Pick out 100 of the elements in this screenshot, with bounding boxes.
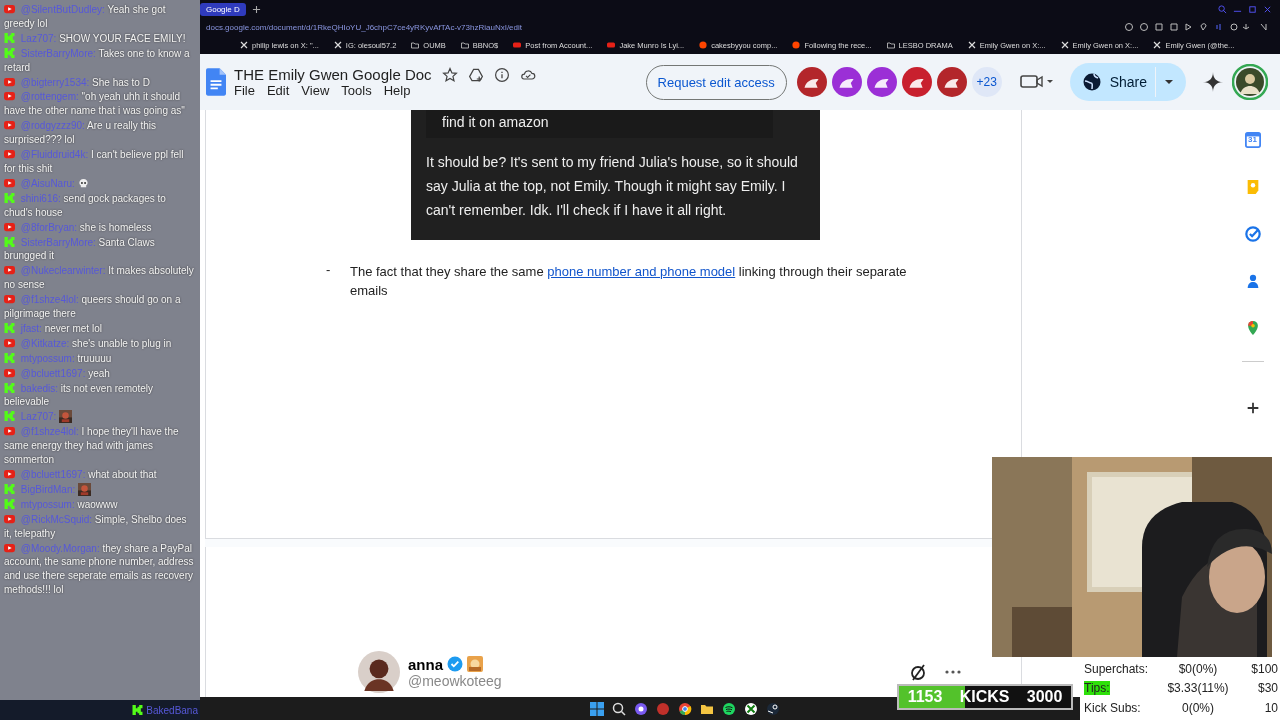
- stat-label: Kick Subs:: [1084, 701, 1141, 716]
- windows-icon[interactable]: [590, 701, 604, 716]
- address-field[interactable]: docs.google.com/document/d/1RkeQHIoYU_J6chpC7ce4yRKyvAfTAc-v73hzRiauNxI/edit: [206, 22, 522, 32]
- video-camera-icon: [1019, 72, 1054, 89]
- app-icon[interactable]: [634, 701, 648, 716]
- x-icon: [1153, 41, 1162, 49]
- chat-message: mtypossum: truuuuu: [4, 351, 197, 366]
- kick-icon: [4, 32, 15, 43]
- youtube-icon: [4, 367, 15, 378]
- search-icon[interactable]: [612, 701, 626, 716]
- verified-icon: [447, 656, 463, 672]
- menu-item[interactable]: File: [234, 83, 255, 98]
- account-name: anna: [408, 655, 443, 673]
- caret-icon: [1164, 77, 1174, 87]
- x-icon: [967, 41, 976, 49]
- avatar: [358, 651, 400, 693]
- youtube-icon: [4, 513, 15, 524]
- docs-icon[interactable]: [206, 68, 226, 96]
- youtube-icon: [4, 469, 15, 479]
- stat-value: $3.33(11%): [1166, 681, 1230, 696]
- youtube-icon: [4, 177, 15, 188]
- menu-item[interactable]: View: [301, 83, 330, 98]
- collaborator-avatar[interactable]: [866, 67, 897, 97]
- collaborator-avatar[interactable]: [936, 67, 967, 97]
- kick-icon: [4, 322, 15, 333]
- youtube-icon: [607, 41, 616, 49]
- chat-message: SisterBarryMore: Santa Claws brungged it: [4, 235, 156, 264]
- collaborator-count[interactable]: +23: [971, 67, 1002, 97]
- stat-goal: 10: [1263, 701, 1278, 716]
- bullet-marker: -: [326, 262, 332, 279]
- chat-message: @rodgyzzz90: Are u really this surprised??? lol: [4, 119, 157, 148]
- collaborator-avatar[interactable]: [796, 67, 827, 97]
- new-tab-icon[interactable]: [251, 4, 261, 14]
- chat-message: @Moody.Morgan: they share a PayPal account, the same phone number, address and use there seperate emails as recovery methods!!! lol: [4, 541, 195, 598]
- calendar-icon[interactable]: [1244, 132, 1261, 148]
- kick-icon: [4, 236, 15, 247]
- quoted-message: find it on amazon: [426, 110, 773, 138]
- spotify-icon[interactable]: [722, 701, 736, 716]
- stat-goal: $30: [1256, 681, 1278, 696]
- chat-message: @Fluiddruid4k: I can't believe ppl fell for this shit: [4, 148, 185, 176]
- kick-icon: [4, 498, 15, 509]
- collaborator-avatar[interactable]: [901, 67, 932, 97]
- collaborator-avatar[interactable]: [831, 67, 862, 97]
- chat-message: @bigterry1534: She has to D: [4, 75, 197, 90]
- chat-message: @bcluett1697: what about that: [4, 468, 197, 482]
- chat-message: @bcluett1697: yeah: [4, 366, 197, 381]
- star-icon[interactable]: [441, 66, 458, 83]
- kick-icon: [4, 47, 15, 58]
- browser-tab[interactable]: Google D: [200, 2, 246, 16]
- reddit-icon: [792, 41, 801, 49]
- youtube-icon: [4, 294, 15, 305]
- menu-item[interactable]: Edit: [266, 83, 290, 98]
- chat-message: @rottengem: "oh yeah uhh it should have the other name that i was going as": [4, 90, 186, 119]
- chat-message: mtypossum: waowww: [4, 497, 197, 512]
- kick-icon: [4, 411, 15, 422]
- youtube-icon: [4, 426, 15, 437]
- x-icon: [333, 41, 342, 49]
- x-icon: [240, 41, 248, 49]
- chat-username[interactable]: BakedBana: [146, 704, 198, 716]
- x-icon: [1060, 41, 1069, 49]
- chat-message: @SilentButDudley: Yeah she got greedy lol: [4, 3, 167, 31]
- chrome-icon[interactable]: [678, 701, 692, 716]
- drive-add-icon[interactable]: [467, 66, 484, 83]
- kick-icon: [4, 483, 15, 494]
- info-icon[interactable]: [493, 66, 510, 83]
- kick-icon: [4, 352, 15, 363]
- kick-icon: [4, 382, 15, 393]
- quoted-message: It should be? It's sent to my friend Julia's house, so it should say Julia at the top, not Emily. Though it might say Emily. I can't remember. Idk. I'll check if I have it all right.: [426, 153, 799, 220]
- stat-value: 0(0%): [1181, 701, 1215, 716]
- goal-target: 3000: [1026, 688, 1063, 706]
- youtube-icon: [4, 76, 15, 87]
- youtube-icon: [4, 337, 15, 348]
- request-edit-access-button[interactable]: Request edit access: [645, 64, 787, 100]
- folder-icon: [411, 41, 420, 49]
- tasks-icon[interactable]: [1244, 226, 1261, 242]
- reddit-icon: [699, 41, 708, 49]
- youtube-icon: [4, 120, 15, 131]
- xbox-icon[interactable]: [744, 701, 758, 716]
- share-button[interactable]: Share: [1069, 63, 1186, 101]
- close-icon[interactable]: [1263, 4, 1272, 14]
- folder-icon: [886, 41, 895, 49]
- youtube-icon: [4, 542, 15, 553]
- bullet-text: The fact that they share the same phone number and phone model linking through their separate emails: [350, 263, 908, 300]
- menu-item[interactable]: Tools: [341, 83, 372, 98]
- chat-message: bakedis: its not even remotely believable: [4, 381, 155, 410]
- document-title[interactable]: THE Emily Gwen Google Doc: [234, 66, 432, 83]
- profile-avatar[interactable]: [1232, 64, 1268, 100]
- stat-value: $0(0%): [1177, 661, 1219, 676]
- youtube-icon: [4, 265, 15, 276]
- slashed-circle-icon[interactable]: [909, 663, 927, 681]
- link[interactable]: phone number and phone model: [547, 264, 736, 279]
- stat-label: Tips:: [1084, 681, 1110, 696]
- chat-message: @8forBryan: she is homeless: [4, 220, 197, 235]
- kick-icon: [132, 705, 144, 715]
- chat-message: Laz707: SHOW YOUR FACE EMILY!: [4, 31, 197, 46]
- youtube-icon: [4, 91, 15, 102]
- kick-icon: [4, 192, 15, 203]
- chat-message: @Kitkatze: she's unable to plug in: [4, 336, 197, 351]
- menu-item[interactable]: Help: [383, 83, 411, 98]
- more-icon[interactable]: [945, 670, 961, 674]
